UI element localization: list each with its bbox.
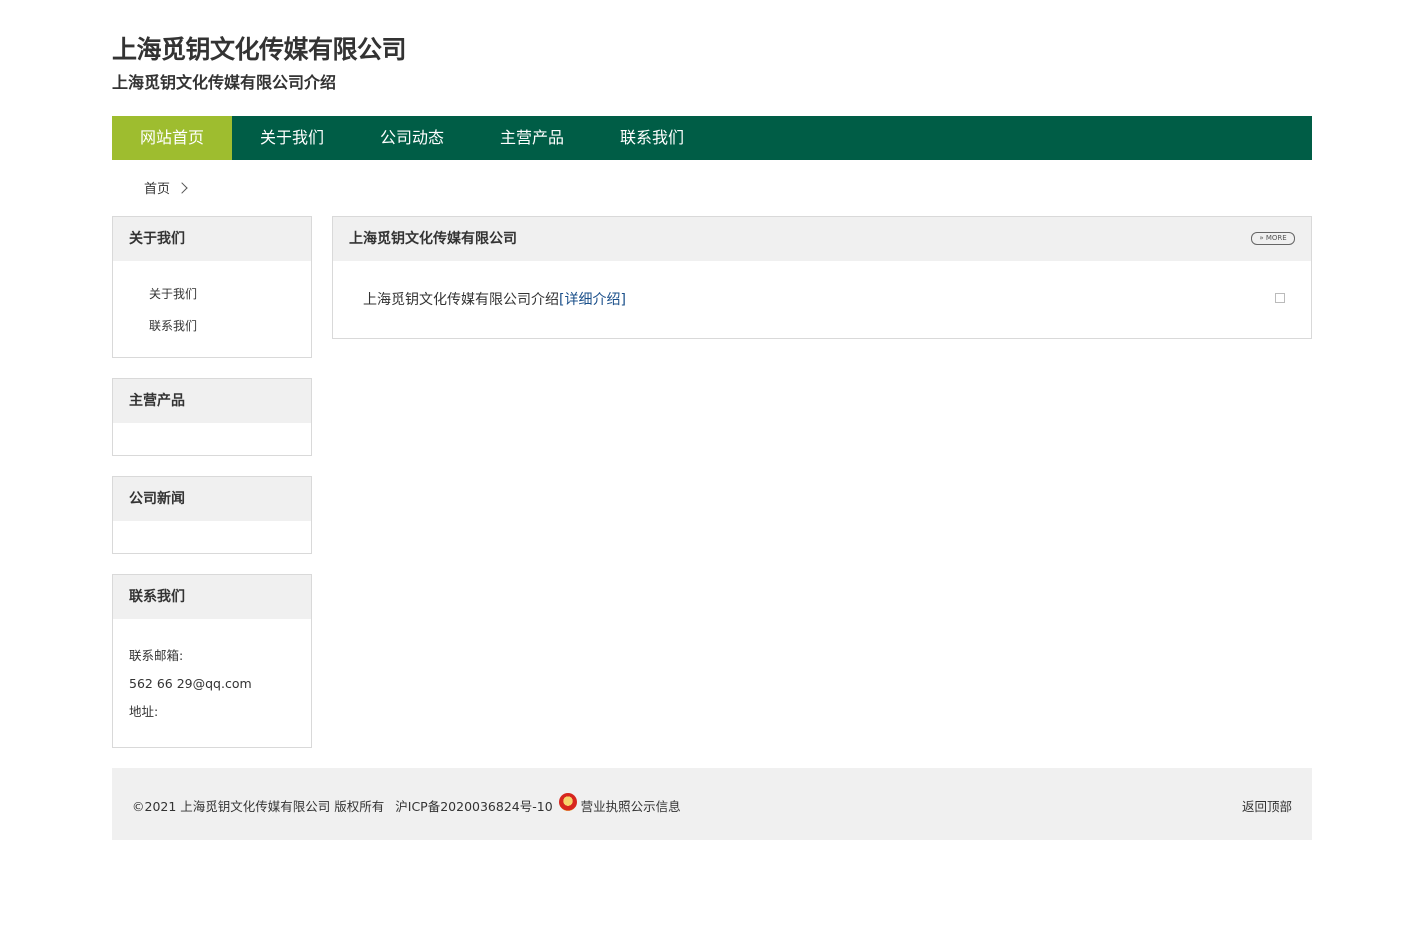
breadcrumb-home[interactable]: 首页 bbox=[144, 178, 170, 197]
back-to-top-link[interactable]: 返回顶部 bbox=[1242, 796, 1292, 815]
detail-link[interactable]: [详细介绍] bbox=[559, 292, 626, 308]
sidebar-link-about[interactable]: 关于我们 bbox=[149, 283, 311, 315]
footer: ©2021 上海觅钥文化传媒有限公司 版权所有 沪ICP备2020036824号… bbox=[112, 768, 1312, 840]
footer-copyright: ©2021 上海觅钥文化传媒有限公司 版权所有 bbox=[132, 799, 385, 814]
footer-info: ©2021 上海觅钥文化传媒有限公司 版权所有 沪ICP备2020036824号… bbox=[132, 792, 681, 815]
nav-item-news[interactable]: 公司动态 bbox=[352, 116, 472, 160]
police-emblem-icon bbox=[558, 792, 577, 811]
more-button[interactable]: » MORE bbox=[1251, 232, 1295, 245]
main-panel-body: 上海觅钥文化传媒有限公司介绍[详细介绍] bbox=[333, 261, 1311, 309]
sidebar-contact-title: 联系我们 bbox=[113, 575, 311, 619]
nav-item-about[interactable]: 关于我们 bbox=[232, 116, 352, 160]
site-title: 上海觅钥文化传媒有限公司 bbox=[112, 35, 407, 64]
contact-info: 联系邮箱: 562 66 29@qq.com 地址: bbox=[113, 619, 311, 749]
sidebar-about-title: 关于我们 bbox=[113, 217, 311, 261]
contact-email-label: 联系邮箱: bbox=[129, 648, 184, 663]
sidebar-products-title: 主营产品 bbox=[113, 379, 311, 423]
main-panel: 上海觅钥文化传媒有限公司 » MORE 上海觅钥文化传媒有限公司介绍[详细介绍] bbox=[332, 216, 1312, 339]
footer-license-link[interactable]: 营业执照公示信息 bbox=[581, 796, 681, 815]
main-panel-title: 上海觅钥文化传媒有限公司 bbox=[349, 231, 517, 247]
sidebar-news-title: 公司新闻 bbox=[113, 477, 311, 521]
sidebar-products-box: 主营产品 bbox=[112, 378, 312, 456]
contact-address-label: 地址: bbox=[129, 704, 159, 719]
sidebar-about-box: 关于我们 关于我们 联系我们 bbox=[112, 216, 312, 358]
site-subtitle: 上海觅钥文化传媒有限公司介绍 bbox=[112, 73, 337, 92]
sidebar-about-links: 关于我们 联系我们 bbox=[113, 261, 311, 361]
nav-item-contact[interactable]: 联系我们 bbox=[592, 116, 712, 160]
nav-item-products[interactable]: 主营产品 bbox=[472, 116, 592, 160]
sidebar-link-contact[interactable]: 联系我们 bbox=[149, 315, 311, 347]
main-panel-header: 上海觅钥文化传媒有限公司 » MORE bbox=[333, 217, 1311, 261]
main-nav: 网站首页 关于我们 公司动态 主营产品 联系我们 bbox=[112, 116, 1312, 160]
breadcrumb: 首页 bbox=[144, 178, 188, 197]
contact-email: 562 66 29@qq.com bbox=[129, 676, 252, 691]
item-checkbox[interactable] bbox=[1275, 293, 1285, 303]
footer-icp-link[interactable]: 沪ICP备2020036824号-10 bbox=[395, 796, 552, 815]
intro-text: 上海觅钥文化传媒有限公司介绍 bbox=[363, 292, 559, 308]
nav-item-home[interactable]: 网站首页 bbox=[112, 116, 232, 160]
sidebar-news-box: 公司新闻 bbox=[112, 476, 312, 554]
chevron-right-icon bbox=[176, 182, 188, 194]
sidebar-contact-box: 联系我们 联系邮箱: 562 66 29@qq.com 地址: bbox=[112, 574, 312, 748]
